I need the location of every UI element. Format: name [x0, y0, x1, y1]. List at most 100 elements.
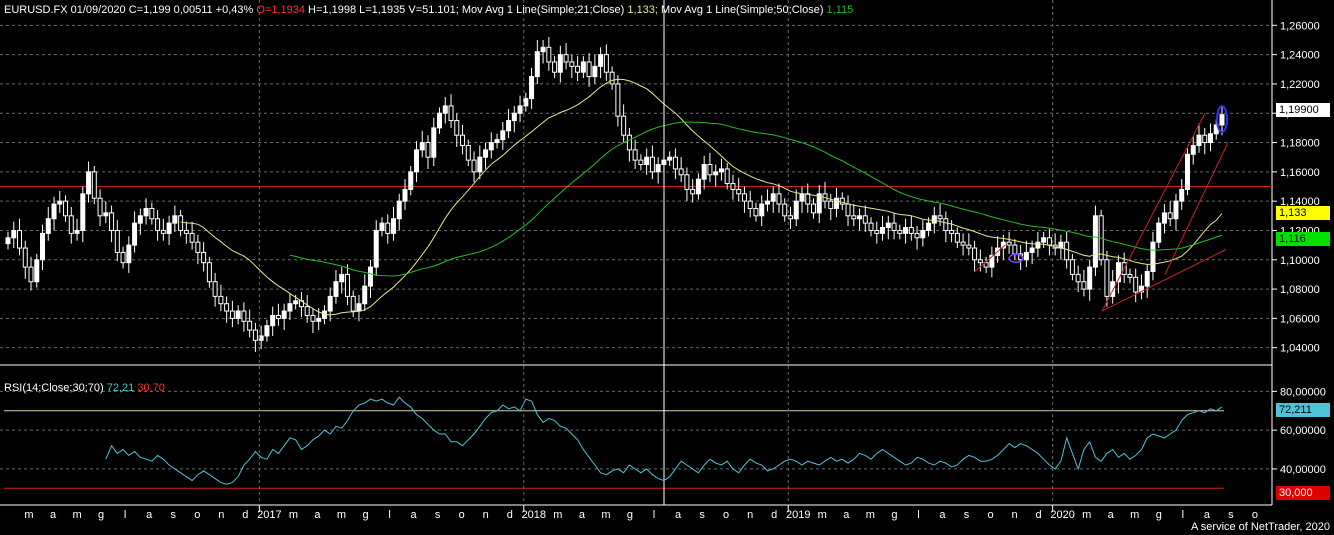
candle-body	[592, 65, 598, 78]
price-tick-label: 1,16000	[1280, 167, 1320, 179]
x-axis-label: o	[459, 509, 465, 521]
x-axis-label: n	[483, 509, 489, 521]
price-tick-label: 1,24000	[1280, 50, 1320, 62]
candle-body	[206, 262, 212, 283]
candle-body	[275, 314, 281, 319]
price-tick-label: 1,18000	[1280, 138, 1320, 150]
x-axis-label: o	[1252, 509, 1258, 521]
x-axis-label: a	[843, 509, 850, 521]
candle-body	[655, 164, 661, 173]
candle-body	[166, 222, 172, 234]
candle-body	[684, 174, 690, 190]
rsi-lower-label: 30,000	[1276, 486, 1330, 500]
x-axis-label: d	[771, 509, 777, 521]
candle-body	[1127, 273, 1133, 278]
x-axis-label: g	[627, 509, 633, 521]
x-axis-label: g	[891, 509, 897, 521]
candle-body	[1046, 237, 1052, 246]
candle-body	[764, 200, 770, 205]
candle-body	[488, 142, 494, 151]
x-axis-label: d	[507, 509, 513, 521]
candle-body	[1092, 215, 1098, 268]
candle-body	[80, 193, 86, 231]
ma50-legend-value: 1,115	[826, 4, 854, 16]
x-axis-label: 2019	[786, 509, 810, 521]
candle-body	[1006, 241, 1012, 246]
candle-body	[851, 215, 857, 220]
candle-body	[500, 130, 506, 141]
candle-body	[1035, 241, 1041, 249]
x-axis-label: o	[987, 509, 993, 521]
ma50-legend: Mov Avg 1 Line(Simple;50;Close)	[661, 4, 824, 16]
candle-body	[431, 127, 437, 158]
candle-body	[235, 310, 241, 319]
candle-body	[609, 71, 615, 85]
rsi-value: 72,21	[106, 382, 135, 394]
candle-body	[782, 203, 788, 217]
candle-body	[448, 105, 454, 122]
candle-body	[908, 227, 914, 234]
rsi-tick-label: 80,00000	[1280, 386, 1326, 398]
candle-body	[114, 229, 120, 253]
candle-body	[759, 203, 765, 217]
x-axis-label: n	[218, 509, 224, 521]
candle-body	[1190, 144, 1196, 155]
x-axis-label: l	[388, 509, 390, 521]
candle-body	[747, 200, 753, 209]
candle-body	[1184, 153, 1190, 190]
candle-body	[799, 193, 805, 202]
candle-body	[1179, 188, 1185, 202]
candle-body	[1012, 244, 1018, 255]
candle-body	[845, 203, 851, 217]
candle-body	[949, 229, 955, 234]
candle-body	[667, 156, 673, 161]
candle-body	[1161, 212, 1167, 224]
candle-body	[17, 229, 23, 249]
candle-body	[293, 300, 299, 305]
candle-body	[137, 215, 143, 224]
x-axis-label: m	[553, 509, 562, 521]
candle-body	[362, 285, 368, 305]
x-axis-label: n	[1012, 509, 1018, 521]
x-axis-label: a	[314, 509, 321, 521]
candle-body	[212, 281, 218, 297]
x-axis-label: m	[866, 509, 875, 521]
candle-body	[34, 259, 40, 283]
x-axis-label: l	[124, 509, 126, 521]
candle-body	[1081, 281, 1087, 290]
candle-body	[270, 314, 276, 327]
candle-body	[143, 207, 149, 217]
candle-body	[316, 317, 322, 322]
candle-body	[91, 171, 97, 199]
x-axis-label: m	[1082, 509, 1091, 521]
candle-body	[977, 259, 983, 264]
candle-body	[408, 171, 414, 190]
candle-body	[396, 200, 402, 220]
candle-body	[224, 303, 230, 312]
rsi-legend: RSI(14;Close;30;70)	[4, 382, 104, 394]
candle-body	[580, 61, 586, 73]
x-axis-label: m	[289, 509, 298, 521]
open-text: O=1,1934	[256, 4, 305, 16]
candle-body	[632, 149, 638, 161]
candle-body	[241, 310, 247, 322]
x-axis-label: d	[1036, 509, 1042, 521]
candle-body	[287, 303, 293, 312]
candle-body	[483, 149, 489, 158]
candle-body	[805, 193, 811, 205]
footer-credit: A service of NetTrader, 2020	[1191, 521, 1330, 533]
price-tick-label: 1,04000	[1280, 343, 1320, 355]
candle-body	[828, 200, 834, 209]
candle-body	[1104, 259, 1110, 297]
x-axis-label: s	[964, 509, 970, 521]
candle-body	[730, 183, 736, 190]
candle-body	[1207, 133, 1213, 144]
x-axis-label: l	[1182, 509, 1184, 521]
price-tick-label: 1,08000	[1280, 284, 1320, 296]
candle-body	[920, 229, 926, 239]
candle-body	[506, 120, 512, 132]
x-axis-label: a	[939, 509, 946, 521]
candle-body	[598, 54, 604, 67]
x-axis-label: l	[917, 509, 919, 521]
candle-body	[834, 197, 840, 209]
